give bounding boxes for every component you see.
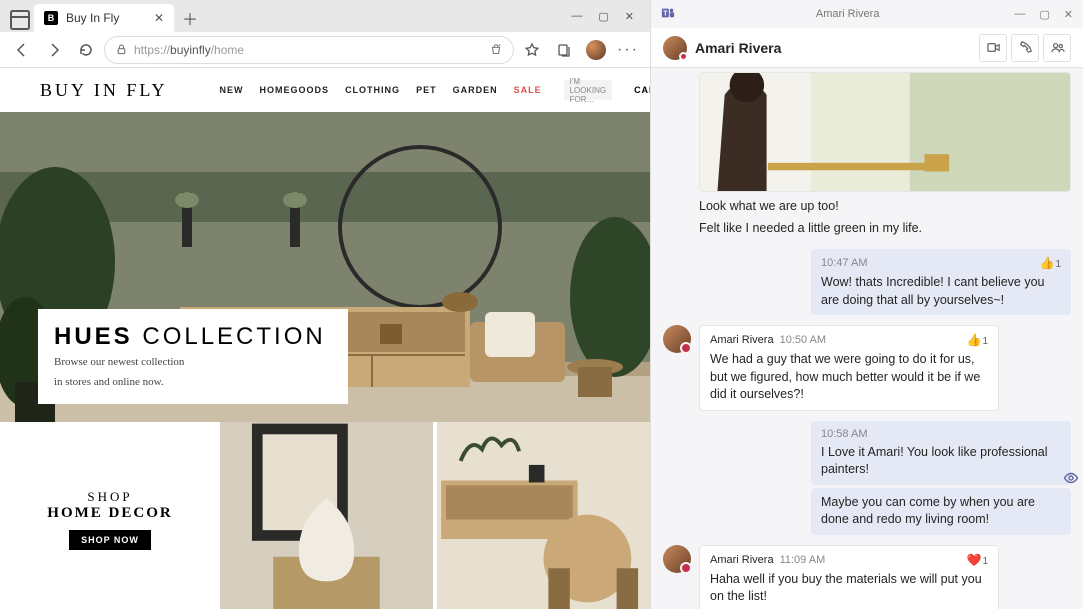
promo-panel: SHOP HOME DECOR SHOP NOW	[0, 422, 220, 609]
tab-favicon: B	[44, 11, 58, 25]
teams-minimize-button[interactable]: —	[1014, 8, 1025, 21]
back-button[interactable]	[8, 36, 36, 64]
hero-title: HUES COLLECTION	[54, 323, 326, 351]
nav-garden[interactable]: GARDEN	[453, 85, 498, 95]
reload-button[interactable]	[72, 36, 100, 64]
tab-title: Buy In Fly	[66, 11, 119, 25]
presence-dot	[679, 52, 688, 61]
hero-sub2: in stores and online now.	[54, 375, 326, 390]
favorites-button[interactable]	[518, 36, 546, 64]
message-time: 10:47 AM	[821, 256, 867, 271]
lock-icon	[115, 43, 128, 56]
hero-section: HUES COLLECTION Browse our newest collec…	[0, 112, 650, 422]
message-reaction[interactable]: 👍1	[966, 332, 988, 349]
chat-actions	[979, 34, 1071, 62]
message-time: 11:09 AM	[780, 553, 826, 568]
chat-title: Amari Rivera	[695, 40, 781, 56]
collections-button[interactable]	[550, 36, 578, 64]
message-in: Amari Rivera11:09 AM ❤️1 Haha well if yo…	[699, 545, 999, 609]
svg-text:T: T	[663, 10, 668, 17]
teams-close-button[interactable]: ✕	[1064, 8, 1073, 21]
people-button[interactable]	[1043, 34, 1071, 62]
url-text: https://buyinfly/home	[134, 43, 244, 57]
hero-sub1: Browse our newest collection	[54, 355, 326, 370]
tab-close-icon[interactable]: ✕	[154, 11, 164, 25]
message-in: Amari Rivera10:50 AM 👍1 We had a guy tha…	[699, 325, 999, 411]
profile-button[interactable]	[582, 36, 610, 64]
message-reaction[interactable]: ❤️1	[966, 552, 988, 569]
tab-actions-button[interactable]	[8, 8, 32, 32]
nav-sale[interactable]: SALE	[514, 85, 542, 95]
message-time: 10:58 AM	[821, 427, 867, 442]
browser-titlebar: B Buy In Fly ✕ ＋ — ▢ ✕	[0, 0, 650, 32]
hero-overlay: HUES COLLECTION Browse our newest collec…	[38, 309, 348, 404]
address-bar[interactable]: https://buyinfly/home	[104, 36, 514, 64]
promo-line1: SHOP	[87, 489, 132, 505]
nav-new[interactable]: NEW	[220, 85, 244, 95]
chat-avatar[interactable]	[663, 36, 687, 60]
message-sender: Amari Rivera	[710, 333, 774, 348]
minimize-button[interactable]: —	[571, 10, 582, 23]
nav-pet[interactable]: PET	[416, 85, 437, 95]
nav-homegoods[interactable]: HOMEGOODS	[260, 85, 330, 95]
read-receipt-icon	[1063, 470, 1079, 489]
tile-vase[interactable]	[220, 422, 433, 609]
message-out: Maybe you can come by when you are done …	[811, 488, 1071, 535]
tile-dining[interactable]	[437, 422, 650, 609]
site-header: BUY IN FLY NEW HOMEGOODS CLOTHING PET GA…	[0, 68, 650, 112]
forward-button[interactable]	[40, 36, 68, 64]
browser-window: B Buy In Fly ✕ ＋ — ▢ ✕ https://buyinfly/…	[0, 0, 650, 609]
shopping-icon[interactable]	[489, 43, 503, 57]
message-reaction[interactable]: 👍1	[1039, 255, 1061, 272]
browser-toolbar: https://buyinfly/home ···	[0, 32, 650, 68]
site-logo[interactable]: BUY IN FLY	[40, 80, 168, 101]
promo-line2: HOME DECOR	[47, 505, 172, 522]
message-out: 10:47 AM 👍1 Wow! thats Incredible! I can…	[811, 249, 1071, 315]
message-list[interactable]: Look what we are up too! Felt like I nee…	[651, 68, 1083, 609]
message-avatar[interactable]	[663, 325, 691, 411]
browser-tab[interactable]: B Buy In Fly ✕	[34, 4, 174, 32]
teams-titlebar: T Amari Rivera — ▢ ✕	[651, 0, 1083, 28]
close-button[interactable]: ✕	[625, 10, 634, 23]
site-nav: NEW HOMEGOODS CLOTHING PET GARDEN SALE	[220, 85, 542, 95]
teams-maximize-button[interactable]: ▢	[1039, 8, 1049, 21]
message-in: Felt like I needed a little green in my …	[699, 218, 999, 240]
nav-cart[interactable]: CART	[634, 85, 650, 95]
search-input[interactable]: I'M LOOKING FOR…	[564, 80, 612, 100]
teams-window: T Amari Rivera — ▢ ✕ Amari Rivera	[650, 0, 1083, 609]
audio-call-button[interactable]	[1011, 34, 1039, 62]
video-call-button[interactable]	[979, 34, 1007, 62]
nav-clothing[interactable]: CLOTHING	[345, 85, 400, 95]
shop-now-button[interactable]: SHOP NOW	[69, 530, 151, 550]
message-avatar[interactable]	[663, 545, 691, 609]
window-controls: — ▢ ✕	[571, 10, 646, 23]
chat-header: Amari Rivera	[651, 28, 1083, 68]
message-sender: Amari Rivera	[710, 553, 774, 568]
menu-button[interactable]: ···	[614, 36, 642, 64]
promo-row: SHOP HOME DECOR SHOP NOW	[0, 422, 650, 609]
webpage: BUY IN FLY NEW HOMEGOODS CLOTHING PET GA…	[0, 68, 650, 609]
message-time: 10:50 AM	[780, 333, 826, 348]
message-out: 10:58 AM I Love it Amari! You look like …	[811, 421, 1071, 485]
teams-window-title: Amari Rivera	[816, 8, 880, 20]
message-in: Look what we are up too!	[699, 196, 999, 218]
maximize-button[interactable]: ▢	[598, 10, 608, 23]
teams-icon: T	[661, 6, 675, 23]
message-attachment-image[interactable]	[699, 72, 1071, 192]
new-tab-button[interactable]: ＋	[176, 4, 204, 32]
tab-strip: B Buy In Fly ✕ ＋	[4, 0, 204, 32]
